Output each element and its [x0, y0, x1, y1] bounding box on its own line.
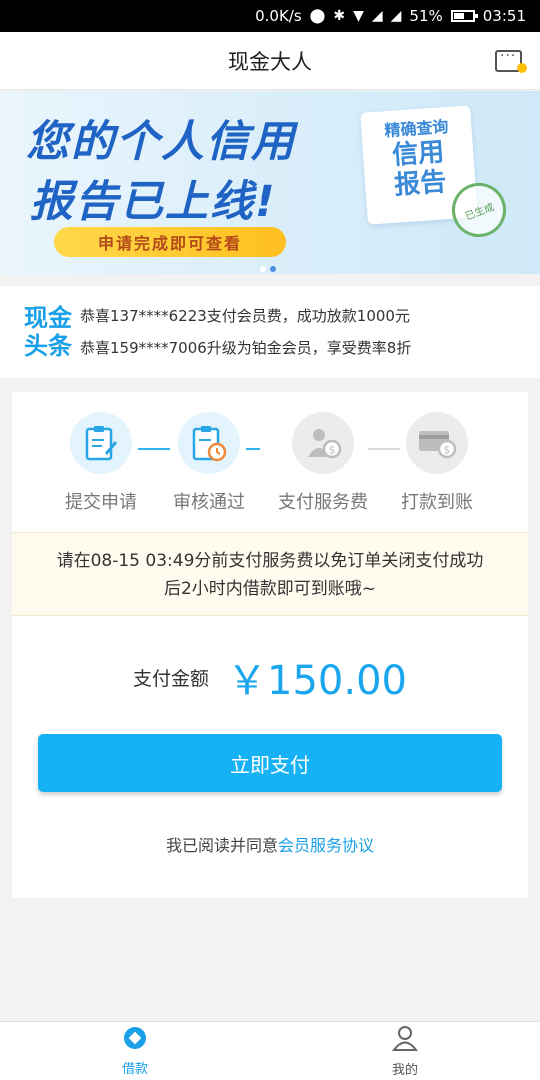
loan-icon	[123, 1026, 147, 1054]
step-disburse: $ 打款到账	[382, 412, 492, 514]
headlines-logo-line1: 现金	[24, 304, 72, 332]
nav-label: 我的	[391, 1062, 418, 1078]
nav-label: 借款	[121, 1061, 148, 1077]
banner-cta[interactable]: 申请完成即可查看	[54, 227, 286, 257]
bottom-nav: 借款 我的	[0, 1021, 540, 1080]
signal-icon: ◢	[371, 8, 383, 24]
headlines-logo: 现金 头条	[0, 304, 80, 360]
step-submit: 提交申请	[46, 412, 156, 514]
person-coin-icon: $	[292, 412, 354, 474]
agreement-text: 我已阅读并同意会员服务协议	[12, 832, 528, 856]
step-label: 支付服务费	[278, 492, 368, 513]
pay-now-button[interactable]: 立即支付	[38, 734, 502, 792]
amount-label: 支付金额	[133, 667, 210, 690]
banner-headline-1: 您的个人信用	[26, 117, 296, 167]
step-review: 审核通过	[154, 412, 264, 514]
step-label: 打款到账	[401, 492, 473, 513]
card-coin-icon: $	[406, 412, 468, 474]
location-icon: ⬤	[309, 8, 326, 24]
headline-item: 恭喜137****6223支付会员费，成功放款1000元	[80, 307, 410, 325]
promo-banner[interactable]: 您的个人信用 报告已上线! 申请完成即可查看 精确查询 信用 报告 已生成	[0, 91, 540, 274]
app-header: 现金大人	[0, 32, 540, 90]
clipboard-edit-icon	[70, 412, 132, 474]
order-card: 提交申请 审核通过 $ 支付服务费 $ 打款到账 请在08-15 03:49分前…	[12, 392, 528, 898]
battery-icon	[450, 10, 478, 22]
report-big-text-2: 报告	[393, 167, 448, 201]
battery-percent: 51%	[409, 7, 443, 25]
carousel-dot	[260, 266, 266, 272]
progress-steps: 提交申请 审核通过 $ 支付服务费 $ 打款到账	[12, 392, 528, 532]
headlines-list: 恭喜137****6223支付会员费，成功放款1000元 恭喜159****70…	[80, 300, 411, 364]
carousel-indicator	[260, 266, 276, 272]
signal-icon-2: ◢	[390, 8, 402, 24]
report-big-text-1: 信用	[391, 137, 446, 171]
step-pay-fee: $ 支付服务费	[268, 412, 378, 514]
unread-dot	[517, 63, 527, 73]
step-label: 审核通过	[173, 492, 245, 513]
message-icon[interactable]	[495, 48, 527, 73]
user-icon	[392, 1025, 418, 1055]
status-bar: 0.0K/s ⬤ ✱ ▼ ◢ ◢ 51% 03:51	[0, 0, 540, 32]
banner-headline-2: 报告已上线!	[30, 177, 277, 227]
headlines-logo-line2: 头条	[24, 332, 72, 360]
nav-item-me[interactable]: 我的	[270, 1022, 540, 1080]
svg-text:$: $	[329, 444, 336, 457]
payment-deadline-notice: 请在08-15 03:49分前支付服务费以免订单关闭支付成功 后2小时内借款即可…	[12, 532, 528, 616]
membership-agreement-link[interactable]: 会员服务协议	[278, 836, 374, 855]
agreement-prefix: 我已阅读并同意	[165, 836, 278, 855]
amount-value: ￥150.00	[227, 658, 407, 704]
notice-line-1: 请在08-15 03:49分前支付服务费以免订单关闭支付成功	[56, 551, 484, 571]
clipboard-clock-icon	[178, 412, 240, 474]
clock: 03:51	[482, 7, 526, 25]
carousel-dot-active	[270, 266, 276, 272]
nav-item-loan[interactable]: 借款	[0, 1022, 270, 1080]
step-label: 提交申请	[65, 492, 137, 513]
bluetooth-icon: ✱	[333, 8, 346, 24]
cash-headlines: 现金 头条 恭喜137****6223支付会员费，成功放款1000元 恭喜159…	[0, 286, 540, 378]
svg-text:$: $	[444, 444, 451, 457]
network-speed: 0.0K/s	[255, 7, 302, 25]
headline-item: 恭喜159****7006升级为铂金会员，享受费率8折	[80, 339, 412, 357]
wifi-icon: ▼	[353, 8, 364, 24]
notice-line-2: 后2小时内借款即可到账哦~	[163, 579, 377, 599]
page-title: 现金大人	[228, 49, 312, 74]
payment-amount: 支付金额 ￥150.00	[12, 652, 528, 704]
